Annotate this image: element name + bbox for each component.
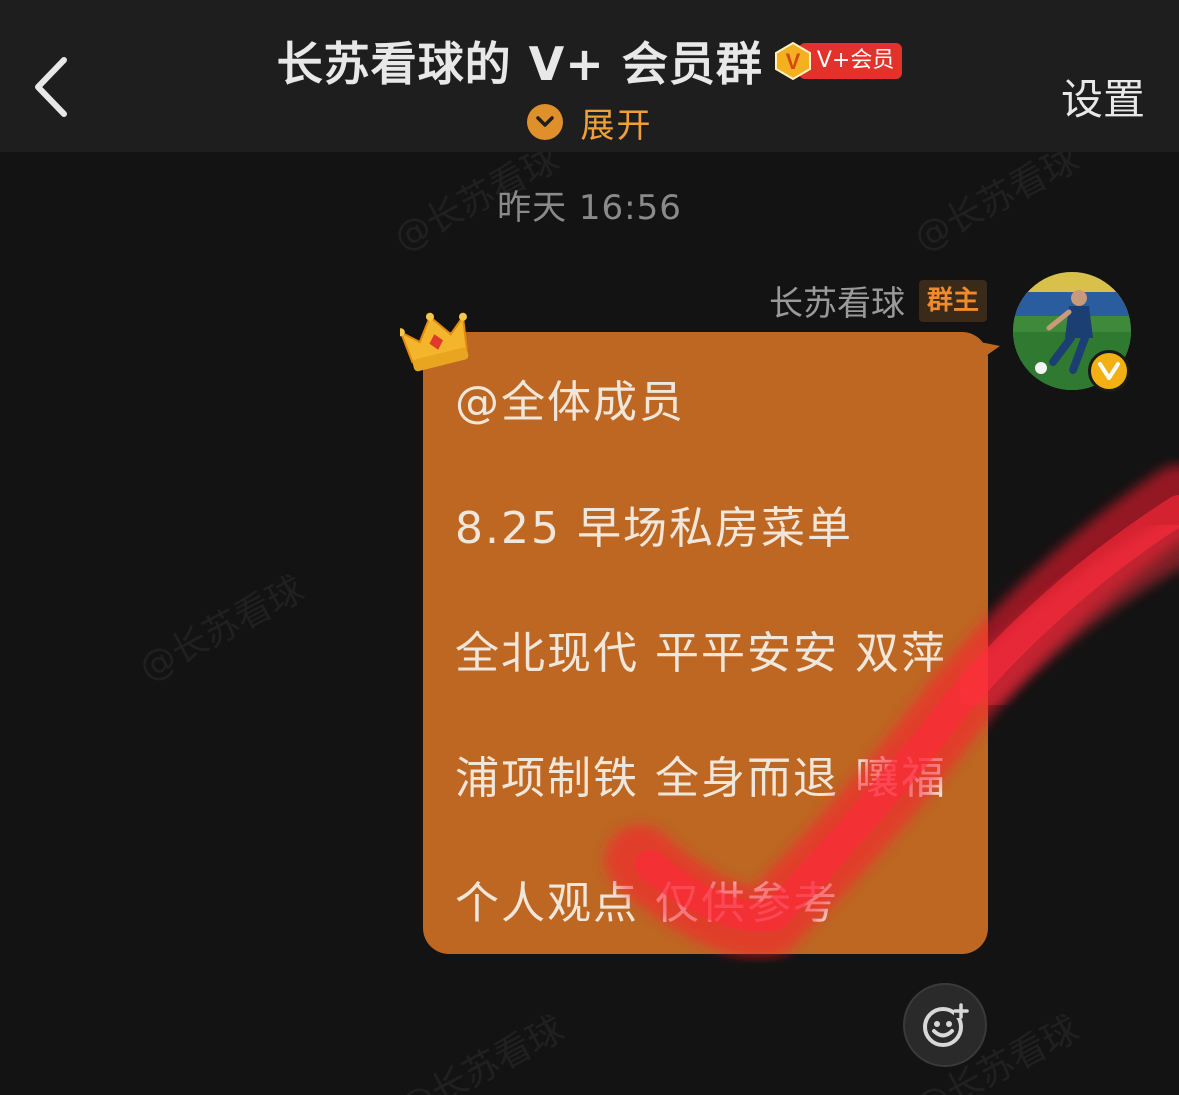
- vip-member-badge: V V+会员: [773, 41, 903, 81]
- watermark: @长苏看球: [392, 1008, 571, 1095]
- message-line: 全北现代 平平安安 双萍: [455, 628, 947, 679]
- chevron-down-icon: [526, 104, 563, 140]
- group-title-row: 长苏看球的 V+ 会员群 V V+会员: [0, 28, 1179, 94]
- message-line: 8.25 早场私房菜单: [455, 503, 853, 554]
- group-owner-badge: 群主: [918, 279, 987, 322]
- sender-name[interactable]: 长苏看球: [769, 276, 905, 325]
- sender-info: 长苏看球 群主: [769, 276, 987, 325]
- bubble-tail: [980, 342, 1000, 360]
- message-line: 浦项制铁 全身而退 嚷福: [455, 753, 947, 804]
- chat-header: 长苏看球的 V+ 会员群 V V+会员 展开 设置: [0, 0, 1179, 152]
- expand-label: 展开: [580, 105, 653, 146]
- message-line: 个人观点 仅供参考: [455, 878, 839, 929]
- smiley-add-icon: [923, 1003, 969, 1047]
- v-diamond-icon: V: [774, 41, 811, 81]
- message-timestamp: 昨天 16:56: [497, 188, 682, 228]
- svg-text:V: V: [786, 49, 801, 74]
- chat-screen: @长苏看球 @长苏看球 @长苏看球 @长苏看球 @长苏看球 长苏看球的 V+ 会…: [0, 0, 1179, 1095]
- v-verified-icon: [1088, 350, 1130, 392]
- settings-button[interactable]: 设置: [1061, 66, 1145, 127]
- vip-badge-label: V+会员: [798, 43, 903, 79]
- watermark: @长苏看球: [132, 568, 311, 690]
- message-line: @全体成员: [455, 377, 685, 428]
- crown-icon: [400, 312, 469, 372]
- expand-toggle[interactable]: 展开: [0, 98, 1179, 146]
- group-title: 长苏看球的 V+ 会员群: [276, 37, 763, 91]
- sticker-add-button[interactable]: [903, 983, 987, 1067]
